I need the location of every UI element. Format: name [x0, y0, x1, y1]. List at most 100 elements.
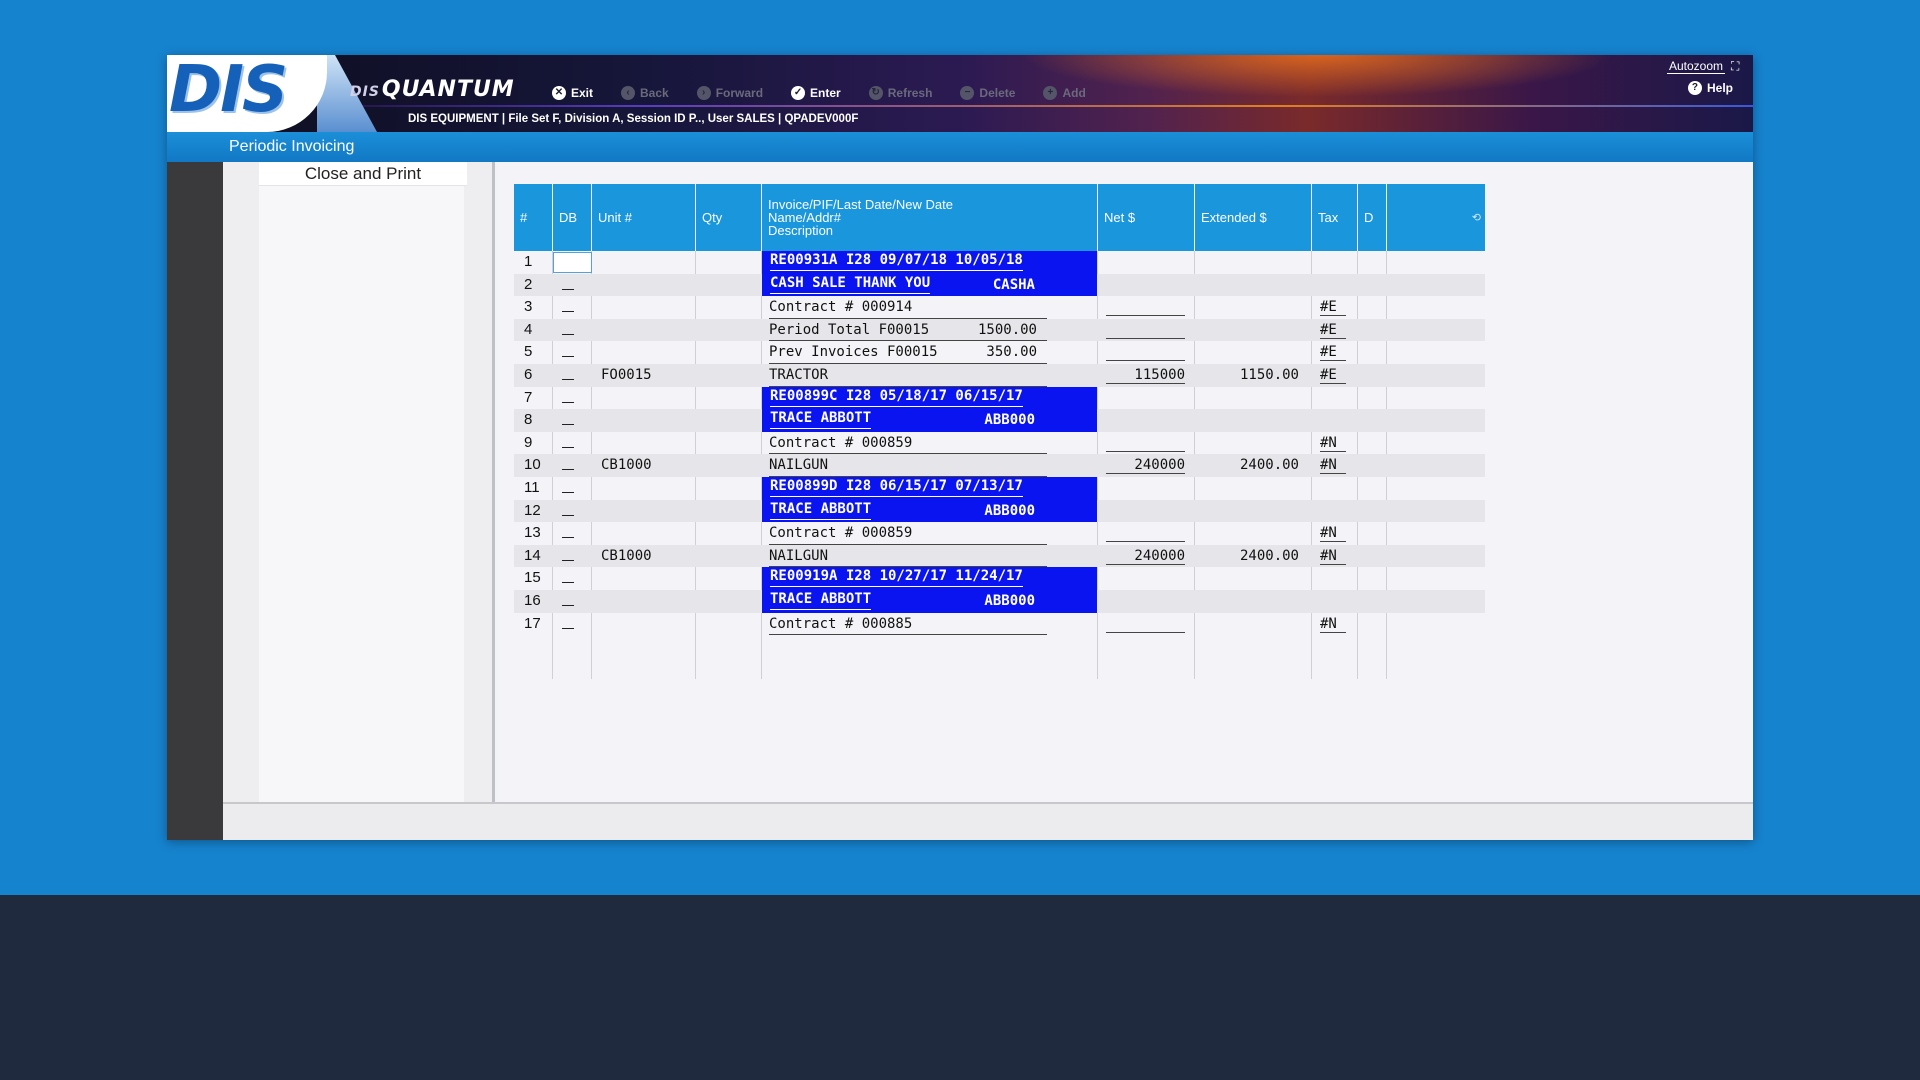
table-row[interactable]: 6 FO0015 TRACTOR 115000 1150.00 #E — [514, 364, 1485, 387]
table-row[interactable]: 3 Contract # 000914 #E — [514, 296, 1485, 319]
db-field[interactable] — [562, 288, 574, 290]
row-number: 11 — [524, 479, 540, 496]
table-row[interactable]: 4 Period Total F00015 1500.00 #E — [514, 318, 1485, 342]
db-field[interactable] — [562, 559, 574, 561]
tax-code-field[interactable]: #N — [1320, 545, 1346, 565]
db-field[interactable] — [562, 605, 574, 606]
back-button[interactable]: ‹ Back — [621, 86, 669, 100]
table-row[interactable]: 2 CASH SALE THANK YOU CASHA — [514, 273, 1485, 297]
status-bar — [223, 802, 1753, 840]
invoice-header-text: RE00899D I28 06/15/17 07/13/17 — [770, 477, 1023, 497]
net-amount-field[interactable] — [1106, 319, 1185, 339]
side-menu: Close and Print — [223, 162, 495, 802]
forward-label: Forward — [715, 86, 764, 100]
description-cell[interactable]: Contract # 000885 — [769, 613, 1047, 636]
tax-code-field[interactable]: #N — [1320, 522, 1346, 543]
table-row[interactable]: 10 CB1000 NAILGUN 240000 2400.00 #N — [514, 454, 1485, 477]
invoice-header-cell[interactable]: RE00919A I28 10/27/17 11/24/17 — [762, 567, 1097, 590]
description-cell[interactable]: Contract # 000859 — [769, 522, 1047, 545]
db-field[interactable] — [562, 379, 574, 380]
exit-button[interactable]: ✕ Exit — [552, 86, 593, 100]
table-row[interactable]: 9 Contract # 000859 #N — [514, 432, 1485, 455]
db-field[interactable] — [562, 537, 574, 539]
invoice-header-cell[interactable]: RE00899D I28 06/15/17 07/13/17 — [762, 477, 1097, 500]
fullscreen-icon[interactable]: ⛶ — [1731, 60, 1745, 72]
net-amount-field[interactable] — [1106, 341, 1185, 362]
tax-code-field[interactable]: #E — [1320, 364, 1346, 384]
description-cell[interactable]: Prev Invoices F00015 350.00 — [769, 341, 1047, 364]
net-amount-field[interactable]: 240000 — [1106, 454, 1185, 475]
net-amount-field[interactable] — [1106, 613, 1185, 633]
row-number: 15 — [524, 569, 541, 587]
header-tax: Tax — [1312, 184, 1357, 251]
net-amount-field[interactable]: 240000 — [1106, 545, 1185, 565]
table-row[interactable]: 14 CB1000 NAILGUN 240000 2400.00 #N — [514, 544, 1485, 568]
db-field[interactable] — [562, 469, 574, 471]
extended-amount — [1203, 522, 1299, 545]
table-row[interactable]: 12 TRACE ABBOTT ABB000 — [514, 499, 1485, 523]
header-qty: Qty — [696, 184, 761, 251]
db-field[interactable] — [562, 446, 574, 448]
table-row[interactable]: 17 Contract # 000885 #N — [514, 613, 1485, 636]
tax-code-field[interactable]: #N — [1320, 613, 1346, 633]
table-row[interactable]: 7 RE00899C I28 05/18/17 06/15/17 — [514, 386, 1485, 410]
table-row[interactable]: 5 Prev Invoices F00015 350.00 #E — [514, 341, 1485, 364]
grid-refresh-icon[interactable]: ⟲ — [1472, 211, 1481, 224]
header-extended: Extended $ — [1195, 184, 1311, 251]
table-row[interactable]: 1 RE00931A I28 09/07/18 10/05/18 — [514, 251, 1485, 274]
description-text: Prev Invoices F00015 — [769, 344, 938, 361]
description-cell[interactable]: NAILGUN — [769, 454, 1047, 477]
invoice-header-cell[interactable]: RE00899C I28 05/18/17 06/15/17 — [762, 386, 1097, 410]
db-field[interactable] — [562, 514, 574, 516]
tax-code-field[interactable]: #E — [1320, 319, 1346, 339]
invoice-header-cell[interactable]: CASH SALE THANK YOU CASHA — [762, 273, 1097, 297]
net-amount-field[interactable]: 115000 — [1106, 364, 1185, 384]
invoice-header-cell[interactable]: TRACE ABBOTT ABB000 — [762, 499, 1097, 523]
description-cell[interactable]: TRACTOR — [769, 364, 1047, 387]
db-field[interactable] — [562, 333, 574, 335]
table-row[interactable]: 16 TRACE ABBOTT ABB000 — [514, 590, 1485, 613]
db-field[interactable] — [562, 311, 574, 313]
net-amount-field[interactable] — [1106, 296, 1185, 317]
net-amount-field[interactable] — [1106, 432, 1185, 452]
back-icon: ‹ — [621, 86, 636, 100]
db-input[interactable] — [553, 252, 592, 273]
autozoom-link[interactable]: Autozoom — [1666, 59, 1725, 74]
description-cell[interactable]: NAILGUN — [769, 545, 1047, 568]
table-row[interactable]: 8 TRACE ABBOTT ABB000 — [514, 409, 1485, 432]
description-cell[interactable]: Contract # 000859 — [769, 432, 1047, 455]
net-amount-field[interactable] — [1106, 522, 1185, 543]
forward-button[interactable]: › Forward — [696, 86, 764, 100]
table-row[interactable]: 11 RE00899D I28 06/15/17 07/13/17 — [514, 477, 1485, 500]
delete-button[interactable]: − Delete — [960, 86, 1015, 100]
db-field[interactable] — [562, 424, 574, 426]
extended-amount — [1203, 613, 1299, 636]
db-field[interactable] — [562, 627, 574, 629]
delete-icon: − — [960, 86, 975, 100]
enter-button[interactable]: ✓ Enter — [791, 86, 841, 100]
extended-amount — [1203, 500, 1299, 523]
refresh-button[interactable]: ↻ Refresh — [868, 86, 932, 100]
help-button[interactable]: ? Help — [1687, 81, 1733, 95]
row-number: 16 — [524, 592, 541, 609]
tax-code-field[interactable]: #E — [1320, 296, 1346, 317]
unit-cell: FO0015 — [601, 367, 652, 383]
table-row[interactable]: 13 Contract # 000859 #N — [514, 522, 1485, 545]
invoice-header-cell[interactable]: TRACE ABBOTT ABB000 — [762, 590, 1097, 613]
description-cell[interactable]: Period Total F00015 1500.00 — [769, 319, 1047, 342]
invoice-header-cell[interactable]: TRACE ABBOTT ABB000 — [762, 409, 1097, 432]
description-cell[interactable]: Contract # 000914 — [769, 296, 1047, 319]
db-field[interactable] — [562, 356, 574, 358]
db-field[interactable] — [562, 401, 574, 403]
db-field[interactable] — [562, 582, 574, 584]
db-field[interactable] — [562, 492, 574, 493]
add-icon: + — [1043, 86, 1058, 100]
invoice-header-cell[interactable]: RE00931A I28 09/07/18 10/05/18 — [762, 251, 1097, 274]
tax-code-field[interactable]: #N — [1320, 432, 1346, 452]
menu-item-close-and-print[interactable]: Close and Print — [259, 162, 467, 186]
header-description: Invoice/PIF/Last Date/New Date Name/Addr… — [762, 184, 1097, 251]
tax-code-field[interactable]: #N — [1320, 454, 1346, 475]
table-row[interactable]: 15 RE00919A I28 10/27/17 11/24/17 — [514, 567, 1485, 590]
tax-code-field[interactable]: #E — [1320, 341, 1346, 362]
add-button[interactable]: + Add — [1043, 86, 1086, 100]
